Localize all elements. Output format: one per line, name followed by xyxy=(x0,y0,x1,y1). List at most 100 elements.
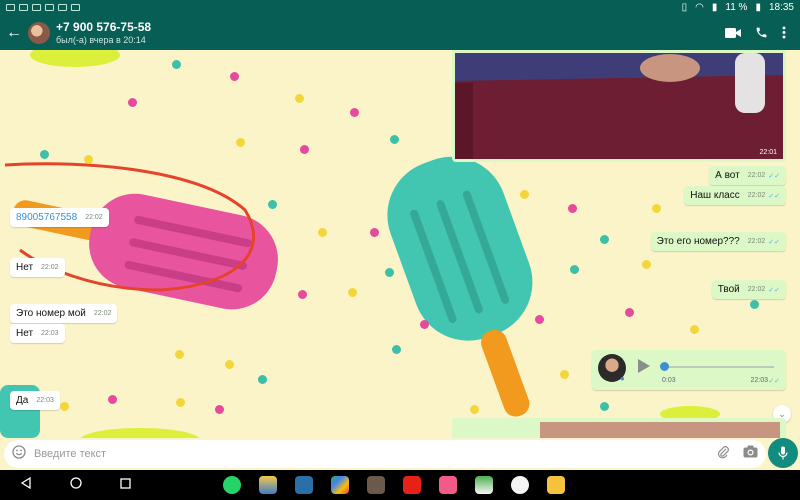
wallpaper-dot xyxy=(215,405,224,414)
wallpaper-dot xyxy=(175,350,184,359)
outgoing-message[interactable]: Это его номер??? 22:02 ✓✓ xyxy=(650,232,786,251)
wallpaper-dot xyxy=(172,60,181,69)
audio-progress-track[interactable] xyxy=(662,366,774,368)
wallpaper-dot xyxy=(535,315,544,324)
cleaner-notification-icon xyxy=(71,4,80,11)
read-receipt-icon: ✓✓ xyxy=(768,192,780,200)
wallpaper-dot xyxy=(520,190,529,199)
paint-app-icon[interactable] xyxy=(259,476,277,494)
google-assistant-app-icon[interactable] xyxy=(511,476,529,494)
wallpaper-dot xyxy=(470,405,479,414)
chat-header: ← +7 900 576-75-58 был(-а) вчера в 20:14 xyxy=(0,15,800,50)
gallery-notification-icon xyxy=(6,4,15,11)
outgoing-message[interactable]: Твой 22:02 ✓✓ xyxy=(711,280,786,299)
system-navigation-bar xyxy=(0,470,800,500)
attach-paperclip-icon[interactable] xyxy=(717,445,729,464)
message-time: 22:02 xyxy=(747,238,766,245)
message-input[interactable] xyxy=(34,448,717,460)
composer xyxy=(0,438,800,470)
wallpaper-dot xyxy=(84,155,93,164)
contact-avatar[interactable] xyxy=(28,21,50,44)
message-time: 22:03 xyxy=(41,330,59,337)
youtube-notification-icon xyxy=(58,4,67,11)
message-time: 22:03 xyxy=(750,377,768,384)
wallpaper-dot xyxy=(60,402,69,411)
last-seen: был(-а) вчера в 20:14 xyxy=(56,35,146,45)
youtube-notification-icon xyxy=(32,4,41,11)
message-time: 22:03 xyxy=(36,397,54,404)
contact-info[interactable]: +7 900 576-75-58 был(-а) вчера в 20:14 xyxy=(56,20,151,45)
message-text: Это его номер??? xyxy=(656,236,740,247)
back-arrow-icon[interactable]: ← xyxy=(6,24,28,42)
read-receipt-icon: ✓✓ xyxy=(768,286,780,294)
incoming-message[interactable]: Нет 22:02 xyxy=(10,258,65,277)
photo: 22:01 xyxy=(455,53,783,159)
wallpaper-dot xyxy=(236,138,245,147)
wallpaper-dot xyxy=(600,235,609,244)
wallpaper-dot xyxy=(570,265,579,274)
battery-icon: ▮ xyxy=(755,2,761,13)
wallpaper-dot xyxy=(108,395,117,404)
app-dock xyxy=(223,476,565,494)
status-bar: ▯ ◠ ▮ 11 % ▮ 18:35 xyxy=(0,0,800,15)
wallpaper-dot xyxy=(348,288,357,297)
outgoing-message[interactable]: А вот 22:02 ✓✓ xyxy=(709,166,786,185)
gallery-app-icon[interactable] xyxy=(367,476,385,494)
voice-call-icon[interactable] xyxy=(755,26,768,39)
incoming-message[interactable]: Это номер мой 22:02 xyxy=(10,304,118,323)
wallpaper-dot xyxy=(300,145,309,154)
notification-icons xyxy=(6,4,80,11)
image-message[interactable]: 22:01 xyxy=(452,50,786,162)
image-message[interactable] xyxy=(452,418,786,438)
contact-name: +7 900 576-75-58 xyxy=(56,20,152,34)
likee-app-icon[interactable] xyxy=(439,476,457,494)
emoji-icon[interactable] xyxy=(12,444,26,464)
record-voice-mic-button[interactable] xyxy=(768,438,798,468)
wallpaper-dot xyxy=(176,398,185,407)
read-receipt-icon: ✓✓ xyxy=(768,378,780,385)
wallpaper-dot xyxy=(370,228,379,237)
wallpaper-dot xyxy=(298,290,307,299)
message-text-phone-link[interactable]: 89005767558 xyxy=(16,212,77,223)
wallpaper-dot xyxy=(652,204,661,213)
message-text: Да xyxy=(16,395,29,406)
voice-duration: 0:03 xyxy=(662,377,676,384)
youtube-notification-icon xyxy=(45,4,54,11)
battery-percent: 11 % xyxy=(725,2,748,13)
camera-app-icon[interactable] xyxy=(295,476,313,494)
read-receipt-icon: ✓✓ xyxy=(768,172,780,180)
more-options-icon[interactable] xyxy=(782,26,786,39)
youtube-notification-icon xyxy=(19,4,28,11)
incoming-message[interactable]: Да 22:03 xyxy=(10,391,60,410)
play-icon[interactable] xyxy=(638,359,650,373)
message-time: 22:02 xyxy=(747,286,766,293)
audio-seek-handle[interactable] xyxy=(660,362,669,371)
message-text: Нет xyxy=(16,262,34,273)
camera-icon[interactable] xyxy=(743,445,758,463)
message-text: Это номер мой xyxy=(16,308,86,319)
incoming-message[interactable]: 89005767558 22:02 xyxy=(10,208,109,227)
wifi-icon: ◠ xyxy=(695,2,704,13)
home-circle-icon[interactable] xyxy=(70,476,82,494)
wallpaper-dot xyxy=(690,325,699,334)
recents-square-icon[interactable] xyxy=(120,476,131,494)
incoming-message[interactable]: Нет 22:03 xyxy=(10,324,65,343)
back-triangle-icon[interactable] xyxy=(20,476,32,494)
play-store-app-icon[interactable] xyxy=(331,476,349,494)
video-call-icon[interactable] xyxy=(725,27,741,39)
message-time: 22:02 xyxy=(93,310,112,317)
wallpaper-dot xyxy=(625,308,634,317)
wallpaper-dot xyxy=(600,402,609,411)
message-text: Наш класс xyxy=(690,190,740,201)
whatsapp-app-icon[interactable] xyxy=(223,476,241,494)
message-time: 22:01 xyxy=(759,149,777,156)
outgoing-message[interactable]: Наш класс 22:02 ✓✓ xyxy=(684,186,786,205)
voice-message[interactable]: ● 0:03 22:03 ✓✓ xyxy=(592,350,786,390)
signal-icon: ▮ xyxy=(711,2,718,13)
maps-app-icon[interactable] xyxy=(475,476,493,494)
chat-area[interactable]: 22:01 89005767558 22:02 Нет 22:02 Это но… xyxy=(0,50,800,438)
youtube-app-icon[interactable] xyxy=(403,476,421,494)
wallpaper-dot xyxy=(392,345,401,354)
game-app-icon[interactable] xyxy=(547,476,565,494)
message-time: 22:02 xyxy=(747,172,766,179)
